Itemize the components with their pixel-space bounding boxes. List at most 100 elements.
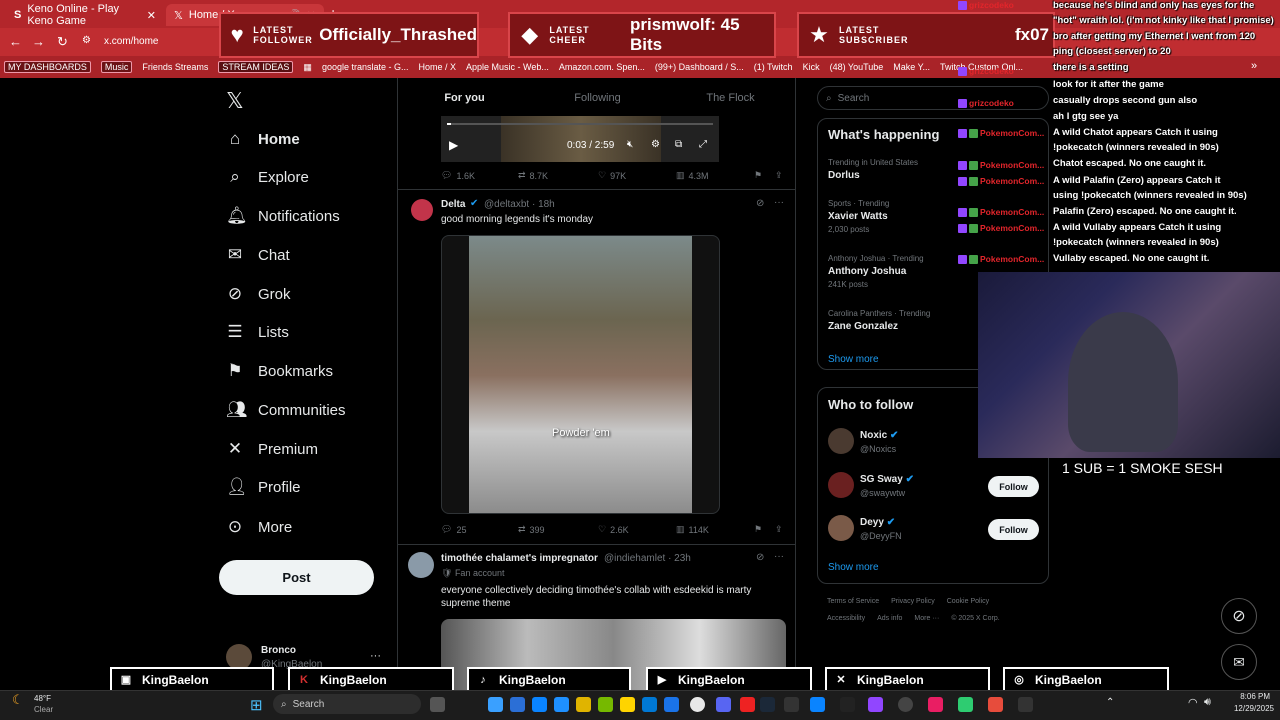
nav-more[interactable]: ⊙ More bbox=[226, 512, 292, 542]
tab-the-flock[interactable]: The Flock bbox=[664, 78, 795, 118]
store-icon[interactable] bbox=[510, 697, 525, 712]
nvidia-icon[interactable] bbox=[598, 697, 613, 712]
suggest-name[interactable]: Deyy ✔ bbox=[860, 517, 895, 528]
nav-bookmarks[interactable]: ⚑ Bookmarks bbox=[226, 356, 333, 386]
post-video[interactable]: Powder 'em bbox=[441, 235, 720, 514]
author-name[interactable]: Delta bbox=[441, 199, 465, 210]
app-icon[interactable] bbox=[840, 697, 855, 712]
author-handle[interactable]: @indiehamlet · 23h bbox=[604, 553, 691, 564]
x-logo-icon[interactable]: 𝕏 bbox=[226, 88, 244, 114]
clock-time[interactable]: 8:06 PM bbox=[1224, 692, 1270, 701]
forward-icon[interactable]: → bbox=[32, 34, 45, 49]
bookmarks-overflow-icon[interactable]: » bbox=[1251, 60, 1257, 72]
nav-notifications[interactable]: 🔔︎ Notifications bbox=[226, 201, 340, 231]
discord-icon[interactable] bbox=[716, 697, 731, 712]
url-field[interactable]: x.com/home bbox=[104, 36, 158, 47]
avatar[interactable] bbox=[411, 199, 433, 221]
bookmark-item[interactable]: Music bbox=[100, 61, 133, 73]
tab-following[interactable]: Following bbox=[531, 78, 664, 118]
app-icon[interactable] bbox=[554, 697, 569, 712]
site-info-icon[interactable]: ⚙ bbox=[82, 35, 91, 46]
nav-explore[interactable]: ⌕ Explore bbox=[226, 162, 309, 192]
view-count[interactable]: ▥ 4.3M bbox=[676, 170, 709, 181]
tab-for-you[interactable]: For you bbox=[398, 78, 531, 118]
follow-button[interactable]: Follow bbox=[988, 519, 1039, 540]
edge-icon[interactable] bbox=[488, 697, 503, 712]
weather-icon[interactable]: ☾ bbox=[12, 692, 24, 708]
bookmark-item[interactable]: Home / X bbox=[418, 62, 456, 72]
video-player[interactable]: ▶ 0:03 / 2:59 🔇︎ ⚙ ⧉ ⤢ bbox=[441, 116, 719, 162]
view-count[interactable]: ▥ 114K bbox=[676, 524, 709, 535]
nav-grok[interactable]: ⊘ Grok bbox=[226, 279, 291, 309]
close-tab-icon[interactable]: ✕ bbox=[147, 9, 156, 22]
bookmark-item[interactable]: google translate - G... bbox=[322, 62, 409, 72]
more-options-icon[interactable]: ··· bbox=[774, 551, 784, 562]
more-options-icon[interactable]: ··· bbox=[774, 197, 784, 208]
reply-count[interactable]: 💬︎ 1.6K bbox=[441, 170, 475, 181]
avatar[interactable] bbox=[828, 472, 854, 498]
trend-item[interactable]: Sports · Trending Xavier Watts 2,030 pos… bbox=[828, 199, 889, 234]
app-icon[interactable] bbox=[868, 697, 883, 712]
grok-icon[interactable]: ⊘ bbox=[756, 552, 764, 563]
footer-link[interactable]: Cookie Policy bbox=[947, 598, 989, 605]
avatar[interactable] bbox=[408, 552, 434, 578]
app-icon[interactable] bbox=[740, 697, 755, 712]
wifi-icon[interactable]: ◠ bbox=[1188, 696, 1198, 709]
outlook-icon[interactable] bbox=[532, 697, 547, 712]
trend-item[interactable]: Trending in United States Dorlus bbox=[828, 158, 918, 181]
author-name[interactable]: timothée chalamet's impregnator bbox=[441, 553, 598, 564]
browser-tab-keno[interactable]: S Keno Online - Play Keno Game ✕ bbox=[6, 3, 164, 27]
fullscreen-icon[interactable]: ⤢ bbox=[699, 139, 707, 150]
footer-link[interactable]: More ··· bbox=[914, 615, 939, 622]
footer-link[interactable]: Terms of Service bbox=[827, 598, 879, 605]
nav-profile[interactable]: 👤︎ Profile bbox=[226, 472, 301, 502]
sticky-notes-icon[interactable] bbox=[620, 697, 635, 712]
footer-link[interactable]: Privacy Policy bbox=[891, 598, 935, 605]
reload-icon[interactable]: ↻ bbox=[57, 34, 68, 50]
show-more-link[interactable]: Show more bbox=[828, 354, 879, 365]
repost-count[interactable]: ⇄ 8.7K bbox=[518, 170, 548, 181]
suggest-name[interactable]: Noxic ✔ bbox=[860, 430, 898, 441]
bookmark-item[interactable]: STREAM IDEAS bbox=[218, 61, 294, 73]
reply-count[interactable]: 💬︎ 25 bbox=[441, 524, 466, 535]
settings-gear-icon[interactable]: ⚙ bbox=[651, 139, 660, 150]
steam-icon[interactable] bbox=[760, 697, 775, 712]
pip-icon[interactable]: ⧉ bbox=[675, 139, 682, 150]
trend-item[interactable]: Carolina Panthers · Trending Zane Gonzal… bbox=[828, 309, 930, 332]
trend-item[interactable]: Anthony Joshua · Trending Anthony Joshua… bbox=[828, 254, 924, 289]
video-progress-bar[interactable] bbox=[447, 123, 713, 125]
bookmark-item[interactable]: Make Y... bbox=[893, 62, 930, 72]
suggest-name[interactable]: SG Sway ✔ bbox=[860, 474, 914, 485]
like-count[interactable]: ♡ 2.6K bbox=[598, 524, 629, 535]
bookmark-item[interactable]: Apple Music - Web... bbox=[466, 62, 549, 72]
bookmark-item[interactable]: (99+) Dashboard / S... bbox=[655, 62, 744, 72]
bookmark-item[interactable]: Kick bbox=[803, 62, 820, 72]
obs-icon[interactable] bbox=[898, 697, 913, 712]
share-icon[interactable]: ⇪ bbox=[775, 170, 783, 181]
chrome-icon[interactable] bbox=[690, 697, 705, 712]
bookmark-item[interactable]: Amazon.com. Spen... bbox=[559, 62, 645, 72]
avatar[interactable] bbox=[828, 515, 854, 541]
apps-grid-icon[interactable]: ▦ bbox=[303, 62, 312, 73]
nav-lists[interactable]: ☰ Lists bbox=[226, 317, 288, 347]
nav-chat[interactable]: ✉ Chat bbox=[226, 240, 290, 270]
bookmark-item[interactable]: (1) Twitch bbox=[754, 62, 793, 72]
mute-icon[interactable]: 🔇︎ bbox=[627, 139, 633, 150]
bookmark-icon[interactable]: ⚑ bbox=[754, 170, 762, 181]
messages-float-button[interactable]: ✉ bbox=[1221, 644, 1257, 680]
taskbar-search[interactable]: ⌕ Search bbox=[273, 694, 421, 714]
back-icon[interactable]: ← bbox=[9, 34, 22, 49]
task-view-icon[interactable] bbox=[430, 697, 445, 712]
nav-premium[interactable]: ✕ Premium bbox=[226, 434, 318, 464]
app-icon[interactable] bbox=[810, 697, 825, 712]
explorer-icon[interactable] bbox=[576, 697, 591, 712]
search-input[interactable]: ⌕ Search bbox=[817, 86, 1049, 110]
volume-icon[interactable]: 🔊︎ bbox=[1204, 696, 1211, 709]
grok-float-button[interactable]: ⊘ bbox=[1221, 598, 1257, 634]
bookmark-item[interactable]: Friends Streams bbox=[142, 62, 208, 72]
play-icon[interactable]: ▶ bbox=[449, 138, 458, 152]
nav-communities[interactable]: 👥︎ Communities bbox=[226, 395, 346, 425]
start-icon[interactable]: ⊞ bbox=[250, 696, 263, 714]
bookmark-icon[interactable]: ⚑ bbox=[754, 524, 762, 535]
grok-icon[interactable]: ⊘ bbox=[756, 198, 764, 209]
